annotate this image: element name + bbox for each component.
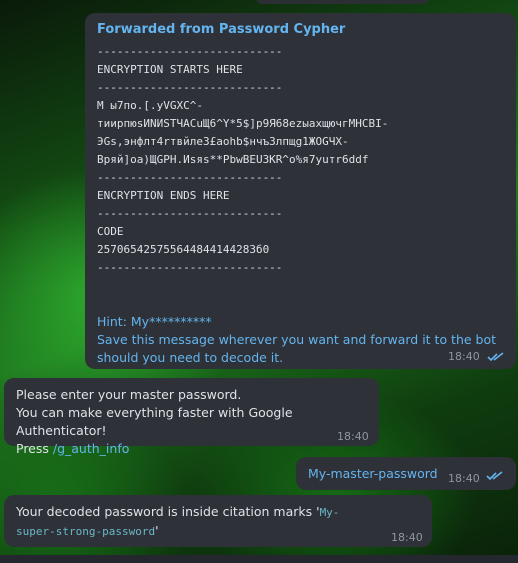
g-auth-info-command-link[interactable]: /g_auth_info [53,441,130,456]
result-text: Your decoded password is inside citation… [16,503,346,541]
prompt-line-1: Please enter your master password. [16,387,242,402]
code-line: ---------------------------- [97,207,283,220]
code-line: CODE [97,225,124,238]
code-line: M ы7по.[.yVGXC^- [97,99,203,112]
previous-message-stub [255,0,430,4]
forwarded-message-bubble[interactable]: Forwarded from Password Cypher ---------… [85,13,516,369]
bot-prompt-bubble[interactable]: Please enter your master password. You c… [4,378,379,456]
code-line: ENCRYPTION ENDS HERE [97,189,230,202]
hint-text: Hint: My********** [97,314,212,329]
user-reply-text: My-master-password [308,466,438,481]
composer-edge [0,555,518,563]
message-time: 18:40 [448,472,480,485]
code-line: ЭGs,энфлт4rтвйле3£аоhb$нчъ3лпщg1ЖОGЧХ- [97,135,349,148]
code-line: ---------------------------- [97,81,283,94]
result-text-prefix: Your decoded password is inside citation… [16,504,320,519]
user-reply-bubble[interactable]: My-master-password 18:40 [296,457,516,490]
message-time: 18:40 [337,430,369,443]
save-note-text: Save this message wherever you want and … [97,332,497,365]
code-line: тиирпюsИNИSТЧАСuЩ6^Y*5$]p9Я68ezыахщючгМН… [97,117,389,130]
prompt-line-3: Press /g_auth_info [16,440,367,458]
read-double-check-icon [486,471,503,481]
code-line: ---------------------------- [97,45,283,58]
message-time: 18:40 [448,350,480,363]
code-line: 257065425755644844144283б0 [97,243,270,256]
encrypted-code-block: ---------------------------- ENCRYPTION S… [97,43,504,277]
prompt-line-2: You can make everything faster with Goog… [16,405,293,438]
message-time: 18:40 [391,531,423,544]
code-line: ---------------------------- [97,261,283,274]
code-line: ENCRYPTION STARTS HERE [97,63,243,76]
forwarded-from-title[interactable]: Forwarded from Password Cypher [97,21,504,39]
read-double-check-icon [487,352,504,362]
prompt-line-3-prefix: Press [16,441,53,456]
result-text-suffix: ' [155,523,159,538]
bot-result-bubble[interactable]: Your decoded password is inside citation… [4,495,432,547]
code-line: ---------------------------- [97,171,283,184]
code-line: Вряй]оа)ЩGPH.Иsяs**PbwBEU3KR^о%я7yuтr6dd… [97,153,369,166]
